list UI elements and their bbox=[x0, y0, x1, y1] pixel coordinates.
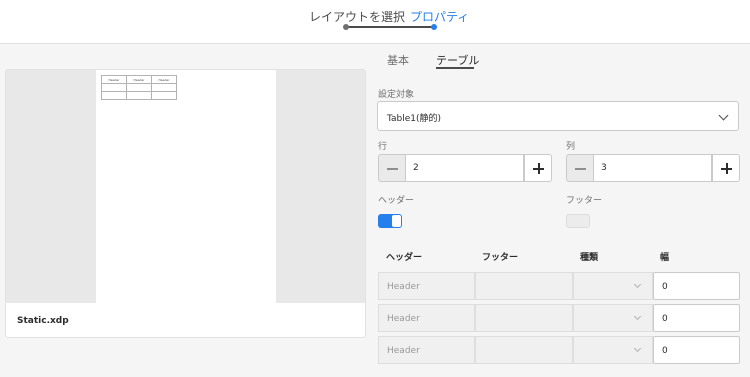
grid-header-footer: フッター bbox=[482, 253, 519, 263]
column-type-select[interactable] bbox=[573, 272, 653, 300]
grid-header-type: 種類 bbox=[580, 253, 599, 263]
tab-basic[interactable]: 基本 bbox=[387, 52, 409, 68]
footer-toggle[interactable] bbox=[566, 214, 590, 228]
preview-area: Header Header Header bbox=[6, 70, 365, 303]
column-header-input[interactable]: Header bbox=[378, 304, 475, 332]
column-width-input[interactable]: 0 bbox=[653, 304, 740, 332]
step-select-layout[interactable]: レイアウトを選択 bbox=[309, 8, 405, 25]
preview-table-cell bbox=[101, 91, 127, 100]
preview-page: Header Header Header bbox=[96, 70, 276, 303]
chevron-down-icon bbox=[633, 312, 642, 321]
preview-table-header-cell: Header bbox=[101, 75, 127, 84]
header-toggle-label: ヘッダー bbox=[378, 196, 415, 206]
step-2-dot bbox=[431, 24, 437, 30]
chevron-down-icon bbox=[633, 280, 642, 289]
target-label: 設定対象 bbox=[378, 90, 415, 100]
preview-card: Header Header Header Static.xdp bbox=[5, 69, 366, 338]
column-header-input[interactable]: Header bbox=[378, 336, 475, 364]
column-count-input[interactable]: 3 bbox=[593, 154, 712, 182]
row-label: 行 bbox=[378, 142, 388, 152]
tab-table[interactable]: テーブル bbox=[436, 52, 479, 68]
column-row: Header 0 bbox=[378, 272, 740, 300]
target-select-value: Table1(静的) bbox=[387, 114, 442, 124]
column-row: Header 0 bbox=[378, 336, 740, 364]
row-stepper: 2 bbox=[378, 154, 552, 182]
column-decrement-button[interactable] bbox=[566, 154, 594, 182]
header-toggle[interactable] bbox=[378, 214, 402, 228]
column-label: 列 bbox=[566, 142, 576, 152]
chevron-down-icon bbox=[718, 110, 729, 121]
column-footer-input[interactable] bbox=[475, 272, 573, 300]
column-type-select[interactable] bbox=[573, 304, 653, 332]
grid-header-width: 幅 bbox=[660, 253, 670, 263]
step-1-dot bbox=[343, 24, 349, 30]
step-properties[interactable]: プロパティ bbox=[410, 8, 469, 25]
preview-table-cell bbox=[126, 83, 152, 92]
column-footer-input[interactable] bbox=[475, 304, 573, 332]
preview-table: Header Header Header bbox=[101, 75, 177, 100]
column-increment-button[interactable] bbox=[712, 154, 740, 182]
preview-table-header-cell: Header bbox=[126, 75, 152, 84]
preview-table-cell bbox=[101, 83, 127, 92]
row-decrement-button[interactable] bbox=[378, 154, 406, 182]
wizard-progress-track bbox=[346, 26, 434, 28]
grid-header-header: ヘッダー bbox=[386, 253, 423, 263]
preview-table-cell bbox=[126, 91, 152, 100]
column-footer-input[interactable] bbox=[475, 336, 573, 364]
active-tab-indicator bbox=[436, 67, 474, 69]
column-width-input[interactable]: 0 bbox=[653, 272, 740, 300]
preview-table-cell bbox=[151, 83, 177, 92]
column-stepper: 3 bbox=[566, 154, 740, 182]
row-increment-button[interactable] bbox=[524, 154, 552, 182]
column-width-input[interactable]: 0 bbox=[653, 336, 740, 364]
preview-table-cell bbox=[151, 91, 177, 100]
wizard-header: レイアウトを選択 プロパティ bbox=[0, 0, 750, 44]
row-count-input[interactable]: 2 bbox=[405, 154, 524, 182]
chevron-down-icon bbox=[633, 344, 642, 353]
column-row: Header 0 bbox=[378, 304, 740, 332]
preview-table-header-cell: Header bbox=[151, 75, 177, 84]
footer-toggle-label: フッター bbox=[566, 196, 603, 206]
template-filename: Static.xdp bbox=[17, 316, 69, 326]
column-header-input[interactable]: Header bbox=[378, 272, 475, 300]
target-select[interactable]: Table1(静的) bbox=[377, 101, 739, 131]
column-type-select[interactable] bbox=[573, 336, 653, 364]
